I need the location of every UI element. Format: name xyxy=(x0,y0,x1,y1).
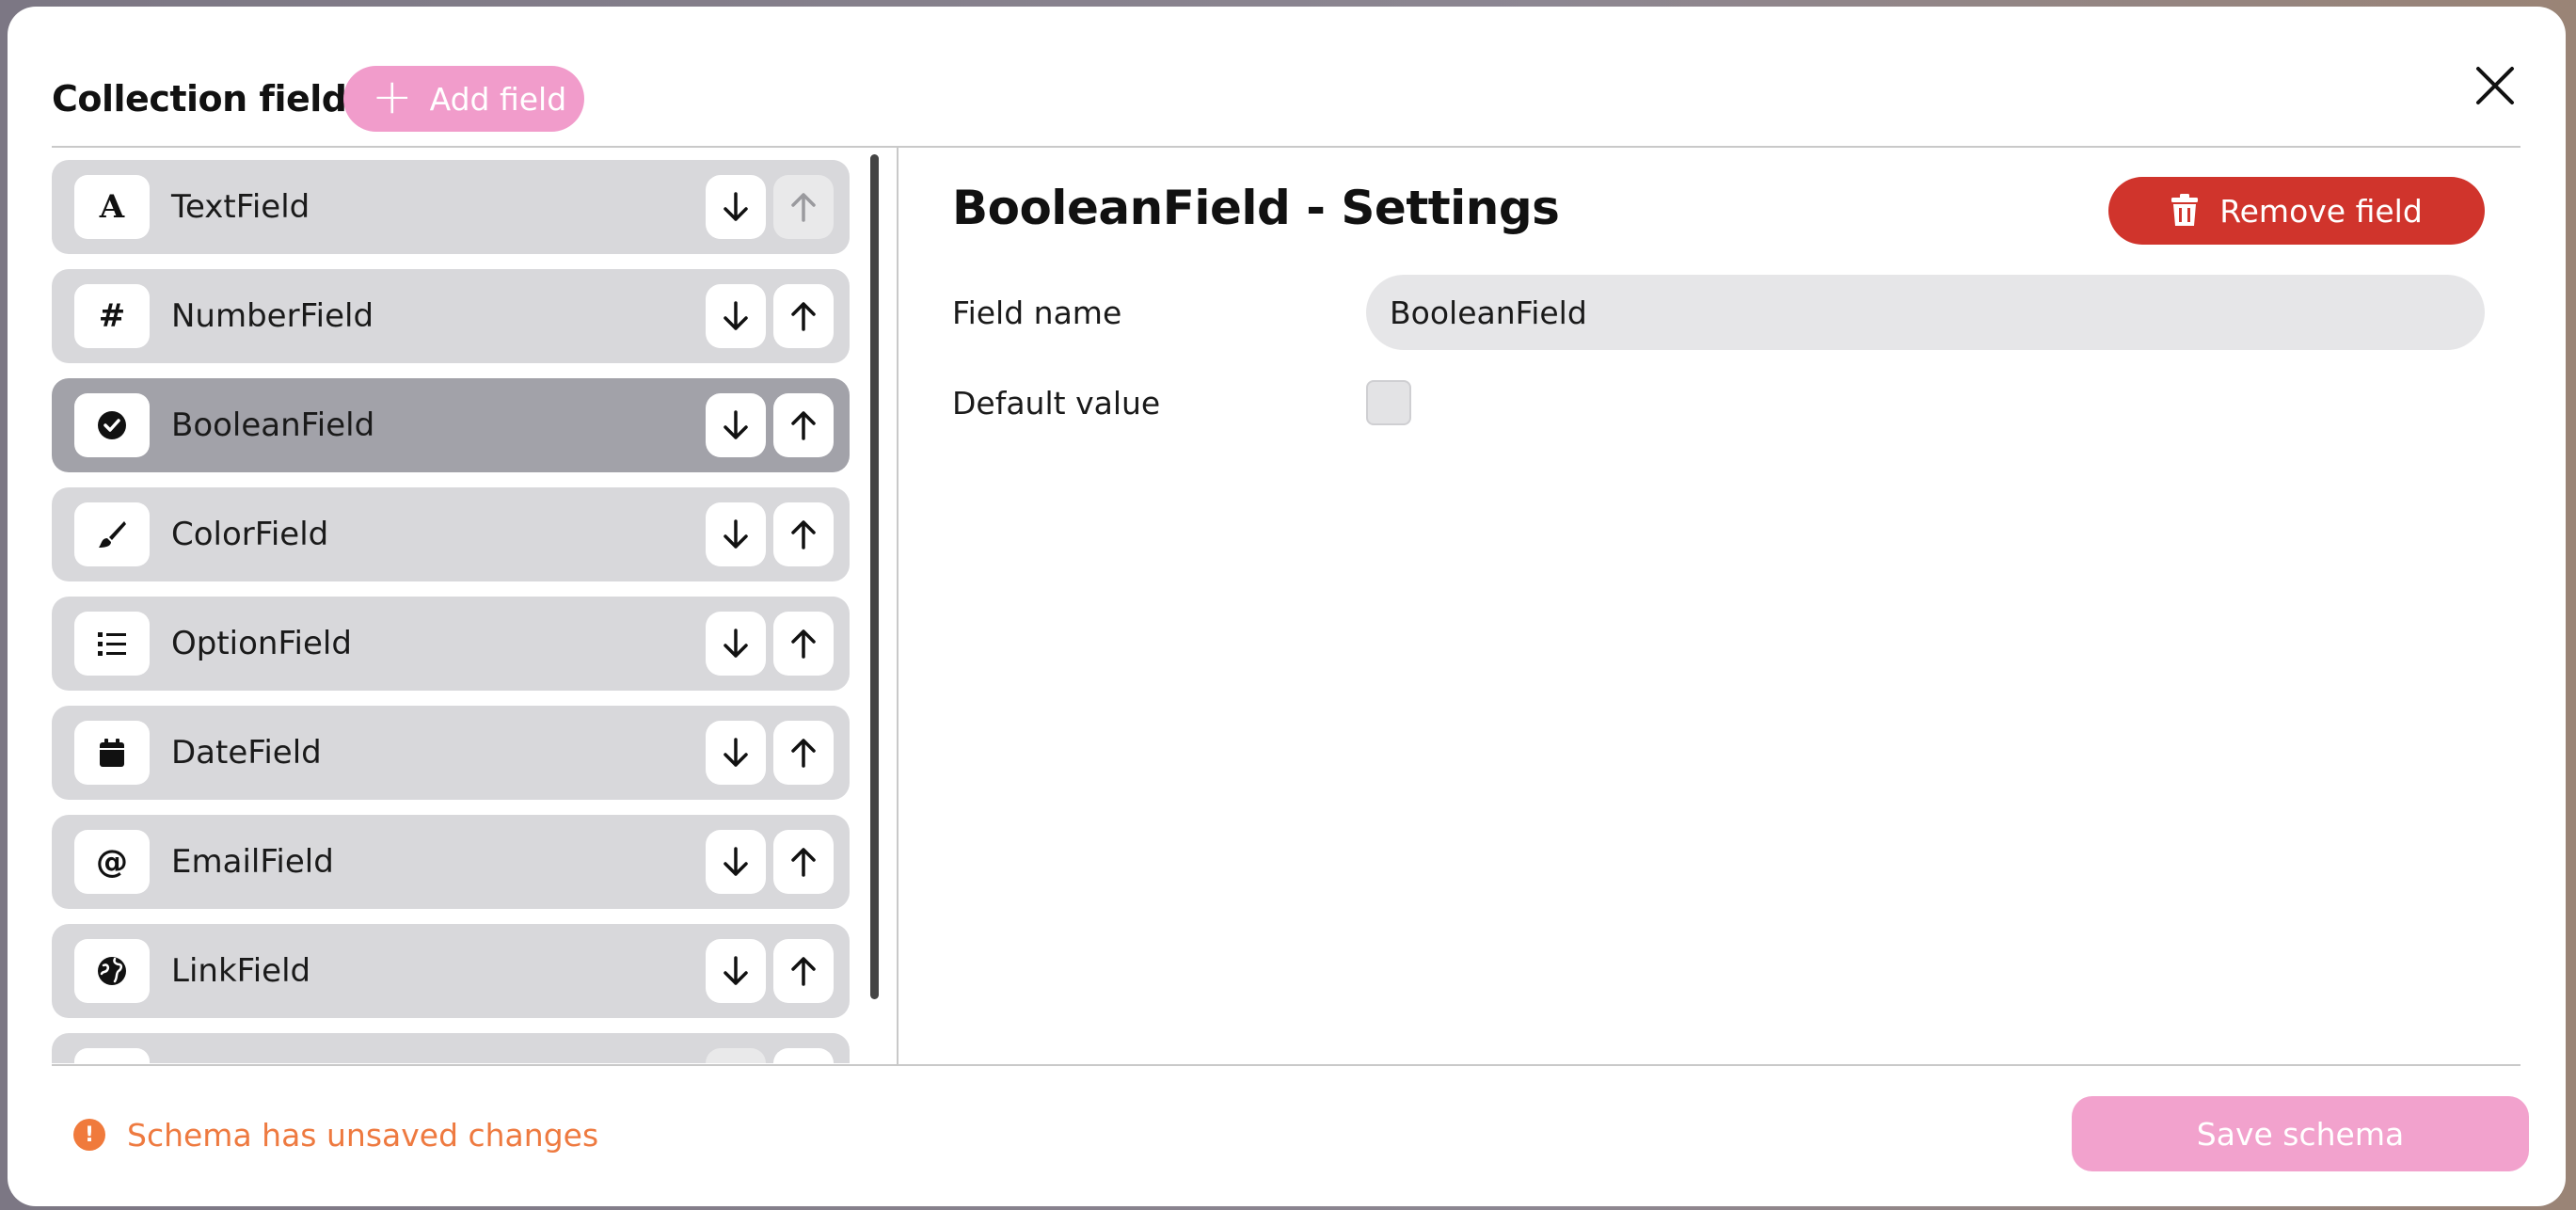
field-row-numberfield[interactable]: # NumberField xyxy=(52,269,850,363)
field-row-label: ColorField xyxy=(171,516,329,553)
arrow-down-icon xyxy=(724,192,748,221)
header-divider xyxy=(52,146,2520,148)
remove-field-label: Remove field xyxy=(2219,192,2423,230)
move-down-button[interactable] xyxy=(706,939,766,1003)
field-name-input[interactable] xyxy=(1366,275,2485,350)
field-row-colorfield[interactable]: ColorField xyxy=(52,487,850,581)
trash-icon xyxy=(2171,194,2199,226)
default-value-label: Default value xyxy=(952,385,1161,422)
move-down-button[interactable] xyxy=(706,393,766,457)
field-row-label: NumberField xyxy=(171,297,374,335)
move-up-button[interactable] xyxy=(773,830,834,894)
field-row-label: TextField xyxy=(171,188,310,226)
move-down-button[interactable] xyxy=(706,1048,766,1063)
field-row-datefield[interactable]: DateField xyxy=(52,706,850,800)
field-row-label: DateField xyxy=(171,734,322,772)
footer-divider xyxy=(52,1064,2520,1066)
remove-field-button[interactable]: Remove field xyxy=(2108,177,2485,245)
brush-icon xyxy=(74,502,150,566)
move-down-button[interactable] xyxy=(706,284,766,348)
add-field-label: Add field xyxy=(429,80,567,118)
save-schema-button[interactable]: Save schema xyxy=(2072,1096,2529,1171)
field-list: A TextField # NumberField BooleanField C… xyxy=(52,160,850,1063)
hash-icon: # xyxy=(74,284,150,348)
move-up-button[interactable] xyxy=(773,284,834,348)
arrow-down-icon xyxy=(724,738,748,767)
field-row-booleanfield[interactable]: BooleanField xyxy=(52,378,850,472)
arrow-up-icon xyxy=(791,302,816,331)
settings-title: BooleanField - Settings xyxy=(952,181,1560,235)
move-down-button[interactable] xyxy=(706,612,766,676)
arrow-up-icon xyxy=(791,848,816,877)
warning-icon: ! xyxy=(73,1119,105,1151)
arrow-down-icon xyxy=(724,847,748,876)
unsaved-changes-warning: Schema has unsaved changes xyxy=(127,1117,599,1154)
arrow-down-icon xyxy=(724,519,748,549)
field-row-label: OptionField xyxy=(171,625,352,662)
field-row-linkfield[interactable]: LinkField xyxy=(52,924,850,1018)
field-icon xyxy=(74,1048,150,1063)
list-icon xyxy=(74,612,150,676)
modal-title: Collection fields xyxy=(52,78,368,119)
arrow-down-icon xyxy=(724,956,748,985)
arrow-up-icon xyxy=(791,739,816,768)
arrow-up-icon xyxy=(791,957,816,986)
move-down-button[interactable] xyxy=(706,502,766,566)
field-row-label: LinkField xyxy=(171,952,311,990)
text-icon: A xyxy=(74,175,150,239)
move-up-button[interactable] xyxy=(773,721,834,785)
arrow-up-icon xyxy=(791,411,816,440)
arrow-down-icon xyxy=(724,301,748,330)
collection-fields-modal: Collection fields + Add field A TextFiel… xyxy=(8,7,2566,1206)
move-up-button[interactable] xyxy=(773,393,834,457)
field-row-emailfield[interactable]: @ EmailField xyxy=(52,815,850,909)
plus-icon: + xyxy=(372,69,413,125)
move-down-button[interactable] xyxy=(706,175,766,239)
arrow-down-icon xyxy=(724,410,748,439)
arrow-up-icon xyxy=(791,629,816,659)
field-row-optionfield[interactable]: OptionField xyxy=(52,597,850,691)
check-circle-icon xyxy=(74,393,150,457)
move-down-button[interactable] xyxy=(706,721,766,785)
field-row-textfield[interactable]: A TextField xyxy=(52,160,850,254)
move-up-button[interactable] xyxy=(773,612,834,676)
calendar-icon xyxy=(74,721,150,785)
close-button[interactable] xyxy=(2471,61,2520,110)
default-value-checkbox[interactable] xyxy=(1366,380,1411,425)
move-up-button[interactable] xyxy=(773,175,834,239)
move-down-button[interactable] xyxy=(706,830,766,894)
pane-divider xyxy=(897,148,898,1064)
add-field-button[interactable]: + Add field xyxy=(343,66,584,132)
at-icon: @ xyxy=(74,830,150,894)
field-row-label: EmailField xyxy=(171,843,334,881)
move-up-button[interactable] xyxy=(773,502,834,566)
close-icon xyxy=(2476,67,2514,104)
arrow-up-icon xyxy=(791,520,816,549)
move-up-button[interactable] xyxy=(773,1048,834,1063)
globe-icon xyxy=(74,939,150,1003)
move-up-button[interactable] xyxy=(773,939,834,1003)
field-row-label: BooleanField xyxy=(171,406,375,444)
field-row-partial[interactable] xyxy=(52,1033,850,1063)
list-scrollbar[interactable] xyxy=(870,154,879,999)
field-name-label: Field name xyxy=(952,295,1122,331)
arrow-down-icon xyxy=(724,629,748,658)
arrow-up-icon xyxy=(791,193,816,222)
